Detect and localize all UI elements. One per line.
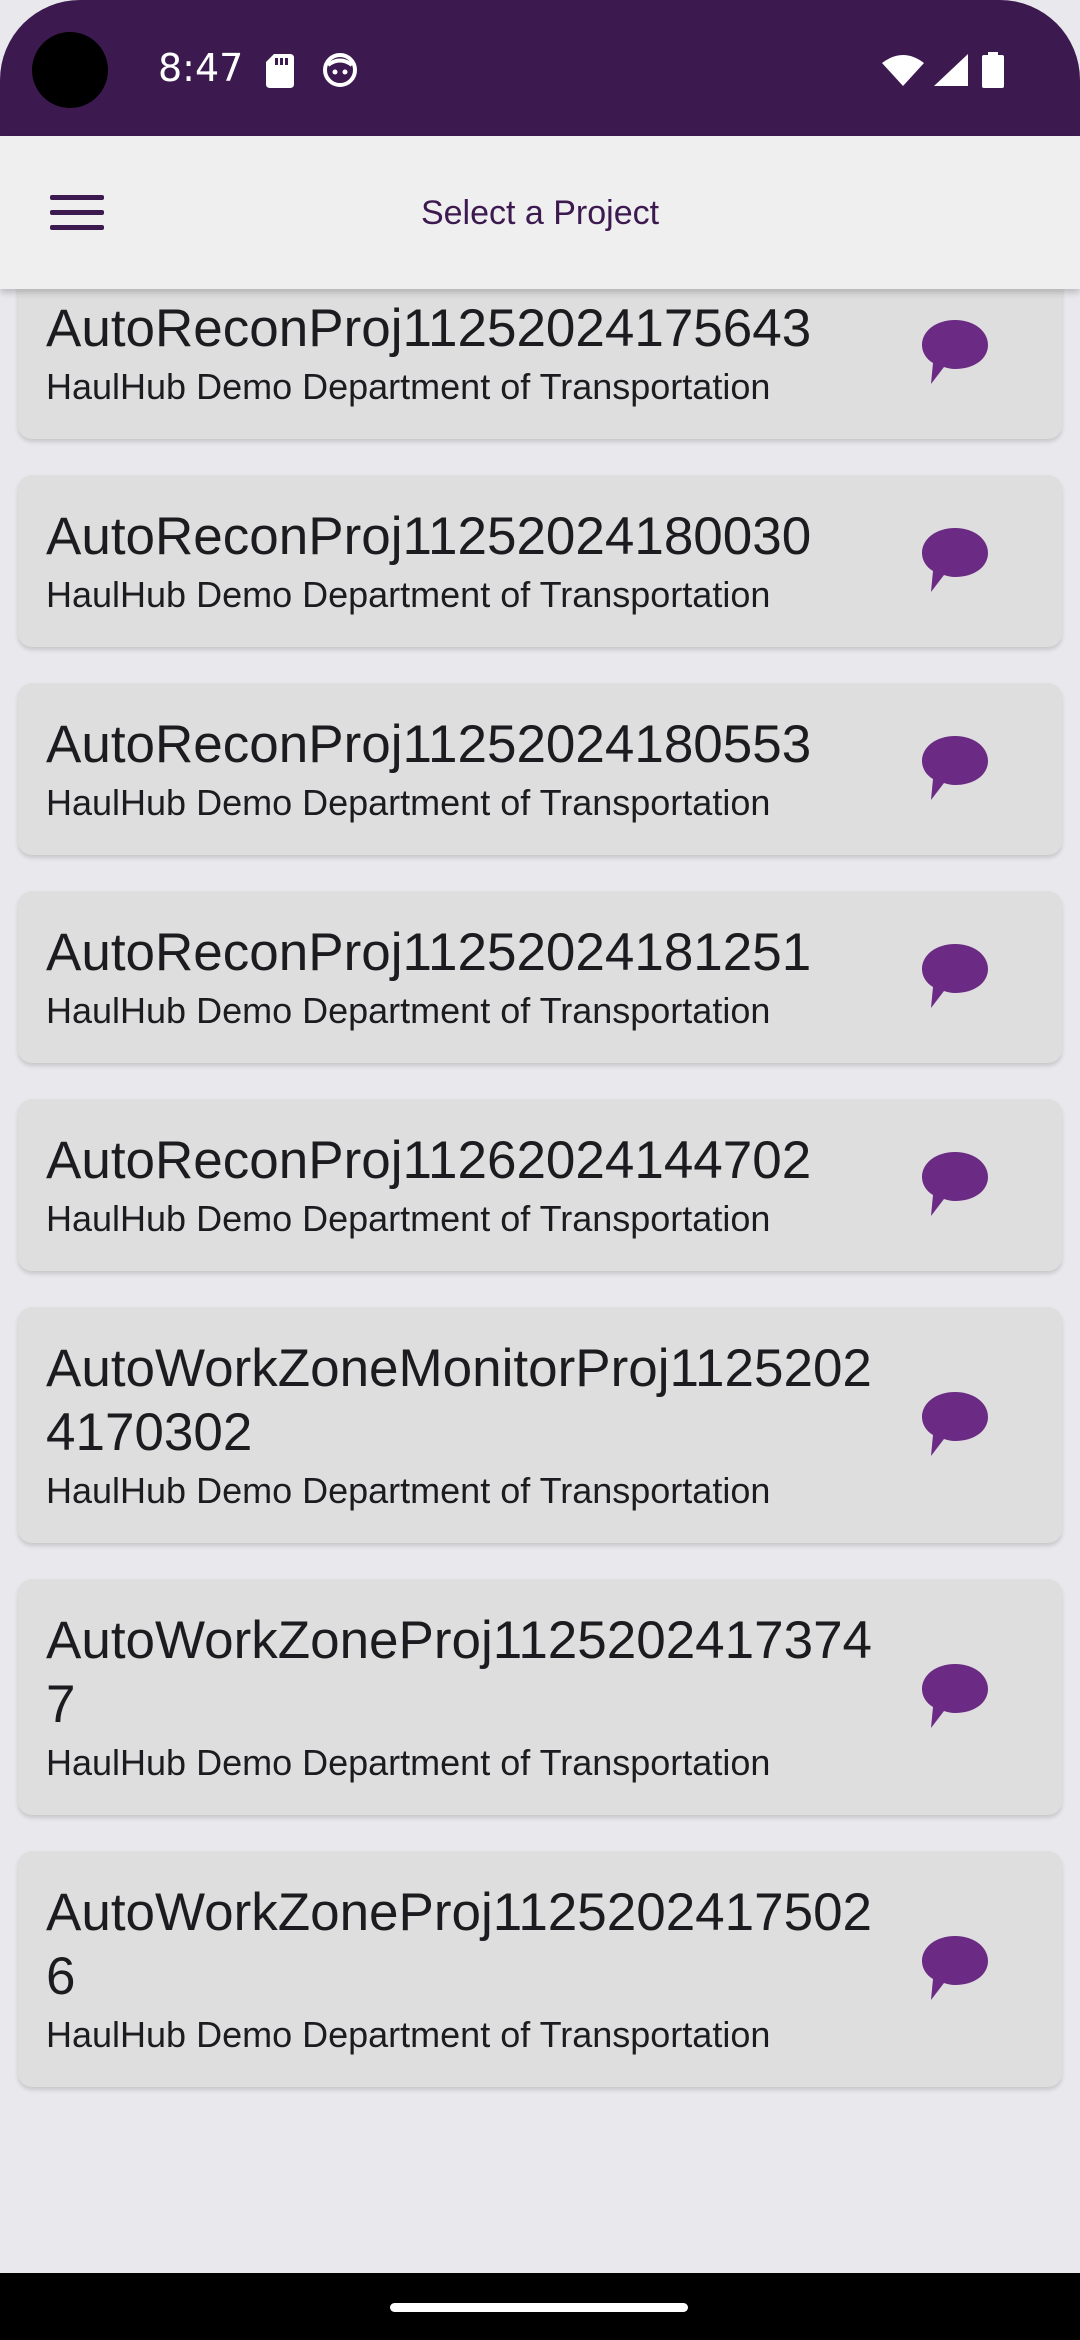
status-time: 8:47 (158, 46, 244, 90)
chat-bubble-icon[interactable] (918, 732, 992, 806)
signal-icon (934, 54, 968, 86)
project-card[interactable]: AutoReconProj11252024181251 HaulHub Demo… (18, 891, 1062, 1063)
camera-cutout (32, 32, 108, 108)
project-name: AutoWorkZoneProj11252024173747 (46, 1611, 873, 1734)
project-list[interactable]: AutoReconProj11252024175643 HaulHub Demo… (0, 289, 1080, 2273)
chat-bubble-icon[interactable] (918, 524, 992, 598)
project-organization: HaulHub Demo Department of Transportatio… (46, 990, 771, 1031)
chat-bubble-icon[interactable] (918, 1660, 992, 1734)
status-bar: 8:47 (0, 0, 1080, 136)
project-card[interactable]: AutoReconProj11252024175643 HaulHub Demo… (18, 289, 1062, 439)
project-organization: HaulHub Demo Department of Transportatio… (46, 2014, 771, 2055)
app-bar: Select a Project (0, 136, 1080, 289)
chat-bubble-icon[interactable] (918, 1932, 992, 2006)
project-name: AutoReconProj11252024180553 (46, 715, 812, 774)
project-card[interactable]: AutoWorkZoneProj11252024173747 HaulHub D… (18, 1579, 1062, 1815)
project-name: AutoWorkZoneProj11252024175026 (46, 1883, 873, 2006)
project-card[interactable]: AutoReconProj11252024180553 HaulHub Demo… (18, 683, 1062, 855)
project-organization: HaulHub Demo Department of Transportatio… (46, 574, 771, 615)
project-name: AutoReconProj11262024144702 (46, 1131, 812, 1190)
project-organization: HaulHub Demo Department of Transportatio… (46, 1742, 771, 1783)
home-indicator[interactable] (390, 2303, 688, 2312)
project-organization: HaulHub Demo Department of Transportatio… (46, 366, 771, 407)
project-organization: HaulHub Demo Department of Transportatio… (46, 1470, 771, 1511)
project-card[interactable]: AutoWorkZoneMonitorProj11252024170302 Ha… (18, 1307, 1062, 1543)
chat-bubble-icon[interactable] (918, 316, 992, 390)
project-card[interactable]: AutoReconProj11252024180030 HaulHub Demo… (18, 475, 1062, 647)
project-card[interactable]: AutoWorkZoneProj11252024175026 HaulHub D… (18, 1851, 1062, 2087)
chat-bubble-icon[interactable] (918, 1148, 992, 1222)
system-navigation-bar (0, 2273, 1080, 2340)
battery-icon (982, 52, 1004, 88)
project-name: AutoWorkZoneMonitorProj11252024170302 (46, 1339, 872, 1462)
sd-card-icon (266, 54, 294, 88)
project-card[interactable]: AutoReconProj11262024144702 HaulHub Demo… (18, 1099, 1062, 1271)
project-list-content: AutoReconProj11252024175643 HaulHub Demo… (0, 289, 1080, 2123)
project-organization: HaulHub Demo Department of Transportatio… (46, 782, 771, 823)
project-organization: HaulHub Demo Department of Transportatio… (46, 1198, 771, 1239)
project-name: AutoReconProj11252024180030 (46, 507, 812, 566)
page-title: Select a Project (420, 194, 660, 232)
project-name: AutoReconProj11252024175643 (46, 299, 812, 358)
chat-bubble-icon[interactable] (918, 1388, 992, 1462)
project-name: AutoReconProj11252024181251 (46, 923, 812, 982)
wifi-icon (882, 55, 924, 86)
face-icon (323, 53, 357, 87)
chat-bubble-icon[interactable] (918, 940, 992, 1014)
